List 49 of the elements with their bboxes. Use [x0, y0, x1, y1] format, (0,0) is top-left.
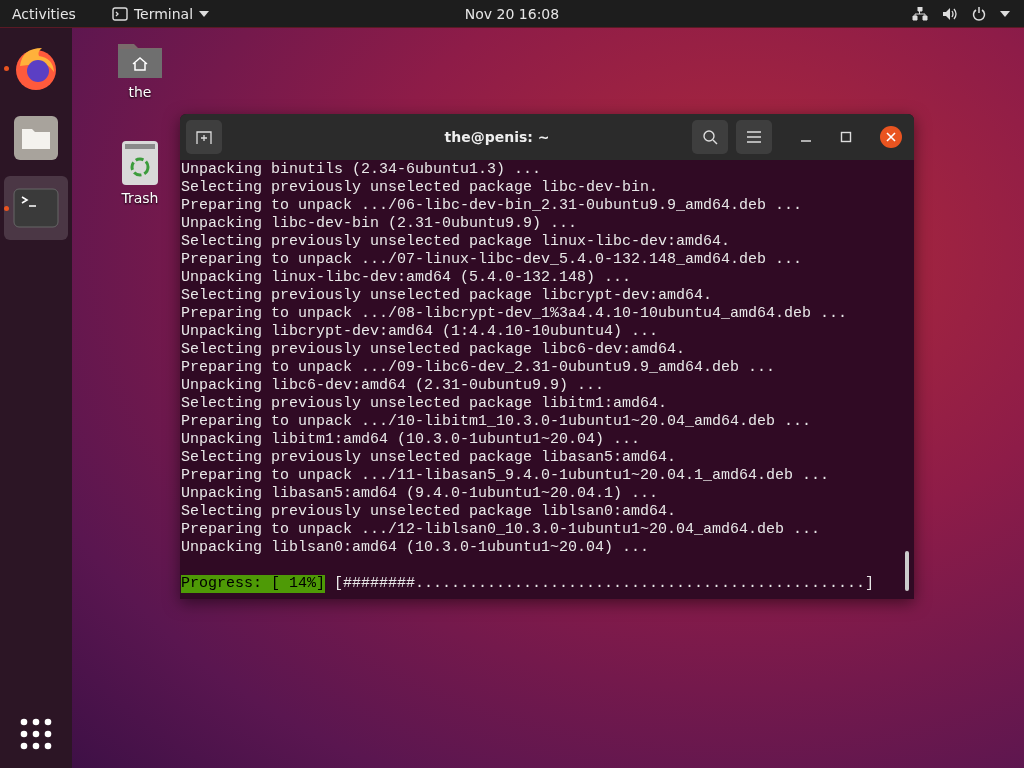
terminal-line: Selecting previously unselected package libc6-dev:amd64.: [181, 341, 687, 359]
terminal-line: Selecting previously unselected package libcrypt-dev:amd64.: [181, 287, 714, 305]
menu-icon: [747, 131, 761, 143]
terminal-line: Preparing to unpack .../10-libitm1_10.3.0-1ubuntu1~20.04_amd64.deb ...: [181, 413, 813, 431]
terminal-line: Preparing to unpack .../08-libcrypt-dev_1%3a4.4.10-10ubuntu4_amd64.deb ...: [181, 305, 849, 323]
trash-icon[interactable]: [121, 140, 159, 186]
terminal-line: Unpacking libasan5:amd64 (9.4.0-1ubuntu1~20.04.1) ...: [181, 485, 660, 503]
terminal-line: Preparing to unpack .../07-linux-libc-dev_5.4.0-132.148_amd64.deb ...: [181, 251, 804, 269]
search-button[interactable]: [692, 120, 728, 154]
desktop-icon-label: the: [128, 84, 152, 100]
terminal-line: Unpacking binutils (2.34-6ubuntu1.3) ...: [181, 161, 543, 179]
window-title: the@penis: ~: [443, 129, 551, 145]
activities-button[interactable]: Activities: [12, 5, 76, 22]
progress-text: [########..................................................]: [334, 575, 875, 593]
desktop-icon-label: Trash: [121, 190, 159, 206]
terminal-line: Preparing to unpack .../06-libc-dev-bin_2.31-0ubuntu9.9_amd64.deb ...: [181, 197, 804, 215]
search-icon: [702, 129, 718, 145]
app-grid-icon[interactable]: [20, 718, 52, 750]
terminal-icon: [13, 188, 59, 228]
close-icon[interactable]: [880, 126, 902, 148]
clock[interactable]: Nov 20 16:08: [464, 5, 560, 22]
terminal-line: Preparing to unpack .../12-liblsan0_10.3.0-1ubuntu1~20.04_amd64.deb ...: [181, 521, 822, 539]
new-tab-button[interactable]: [186, 120, 222, 154]
terminal-line: Selecting previously unselected package libc-dev-bin.: [181, 179, 660, 197]
scrollbar[interactable]: [905, 551, 909, 591]
terminal-icon: [111, 6, 128, 21]
terminal-line: Selecting previously unselected package libasan5:amd64.: [181, 449, 678, 467]
terminal-line: Selecting previously unselected package libitm1:amd64.: [181, 395, 669, 413]
progress-label: Progress: [ 14%]: [181, 575, 326, 593]
terminal-line: Unpacking libcrypt-dev:amd64 (1:4.4.10-10ubuntu4) ...: [181, 323, 660, 341]
terminal-line: Unpacking libc-dev-bin (2.31-0ubuntu9.9) ...: [181, 215, 579, 233]
terminal-line: Selecting previously unselected package linux-libc-dev:amd64.: [181, 233, 732, 251]
terminal-line: Unpacking libc6-dev:amd64 (2.31-0ubuntu9.9) ...: [181, 377, 606, 395]
new-tab-icon: [196, 129, 212, 145]
caret-icon[interactable]: [1000, 10, 1010, 17]
terminal-line: Unpacking linux-libc-dev:amd64 (5.4.0-132.148) ...: [181, 269, 633, 287]
terminal-line: Unpacking liblsan0:amd64 (10.3.0-1ubuntu1~20.04) ...: [181, 539, 651, 557]
terminal-line: Preparing to unpack .../09-libc6-dev_2.31-0ubuntu9.9_amd64.deb ...: [181, 359, 777, 377]
menu-button[interactable]: [736, 120, 772, 154]
maximize-icon[interactable]: [840, 131, 852, 143]
power-icon[interactable]: [972, 6, 986, 21]
caret-icon: [199, 10, 210, 17]
terminal-line: Selecting previously unselected package liblsan0:amd64.: [181, 503, 678, 521]
terminal-line: Unpacking libitm1:amd64 (10.3.0-1ubuntu1~20.04) ...: [181, 431, 642, 449]
terminal-line: Preparing to unpack .../11-libasan5_9.4.0-1ubuntu1~20.04.1_amd64.deb ...: [181, 467, 831, 485]
files-icon: [13, 115, 59, 161]
volume-icon[interactable]: [942, 6, 958, 21]
network-icon[interactable]: [912, 6, 928, 21]
app-menu[interactable]: Terminal: [111, 5, 210, 22]
